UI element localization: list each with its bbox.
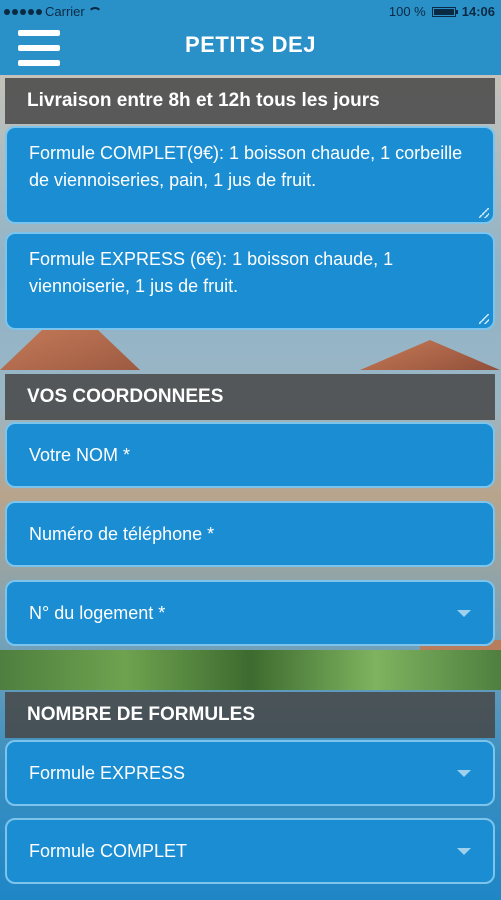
lodging-placeholder: N° du logement * [29,602,166,623]
complet-quantity-label: Formule COMPLET [29,840,188,861]
app-header: PETITS DEJ [0,22,501,75]
status-bar: Carrier 100 % 14:06 [0,0,501,22]
resize-handle-icon[interactable] [479,208,489,218]
page-title: PETITS DEJ [185,32,316,57]
contact-section-title: VOS COORDONNEES [5,374,495,420]
formula-complet-description[interactable]: Formule COMPLET(9€): 1 boisson chaude, 1… [5,126,495,224]
roof-right [360,340,500,370]
name-placeholder: Votre NOM * [29,444,131,465]
name-input[interactable]: Votre NOM * [5,422,495,488]
phone-input[interactable]: Numéro de téléphone * [5,501,495,567]
carrier-name: Carrier [45,4,85,19]
formula-express-text: Formule EXPRESS (6€): 1 boisson chaude, … [29,249,394,296]
formula-express-description[interactable]: Formule EXPRESS (6€): 1 boisson chaude, … [5,232,495,330]
roof-left [0,330,140,370]
chevron-down-icon [457,610,471,617]
express-quantity-label: Formule EXPRESS [29,762,186,783]
greenery [0,650,501,690]
phone-placeholder: Numéro de téléphone * [29,523,215,544]
battery-icon [431,6,458,17]
battery-percent: 100 % [388,4,426,19]
express-quantity-select[interactable]: Formule EXPRESS [5,740,495,806]
formula-complet-text: Formule COMPLET(9€): 1 boisson chaude, 1… [29,143,463,190]
clock: 14:06 [461,4,495,19]
quantity-section-title: NOMBRE DE FORMULES [5,692,495,738]
signal-icon [4,8,42,15]
lodging-select[interactable]: N° du logement * [5,580,495,646]
chevron-down-icon [457,770,471,777]
resize-handle-icon[interactable] [479,314,489,324]
delivery-notice: Livraison entre 8h et 12h tous les jours [5,78,495,124]
chevron-down-icon [457,848,471,855]
complet-quantity-select[interactable]: Formule COMPLET [5,818,495,884]
wifi-icon [87,6,102,17]
